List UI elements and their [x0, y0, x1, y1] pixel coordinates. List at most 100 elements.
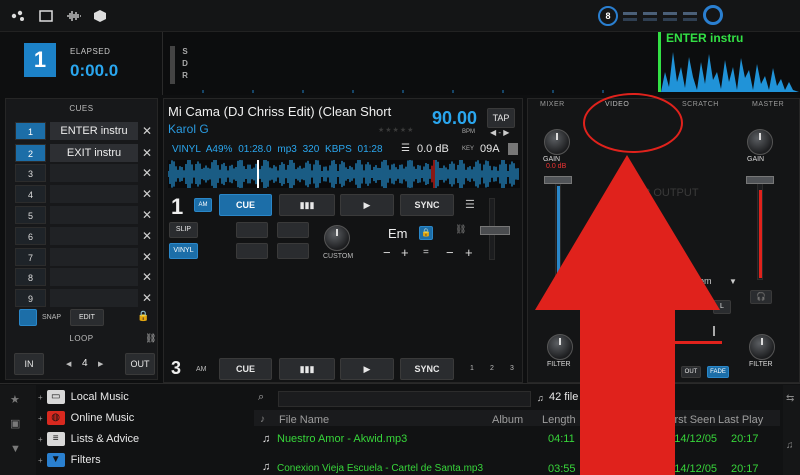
sdr-d[interactable]: D — [180, 58, 190, 70]
tab-mixer[interactable]: MIXER — [540, 101, 565, 108]
cue-name[interactable] — [50, 164, 138, 182]
cue-row[interactable]: 2 EXIT instru ✕ — [10, 144, 152, 162]
box-icon[interactable] — [92, 9, 108, 23]
cue-number[interactable]: 9 — [15, 289, 46, 307]
custom-knob[interactable] — [324, 225, 350, 251]
options-icon[interactable]: ☰ — [465, 198, 475, 211]
sdr-r[interactable]: R — [180, 70, 190, 82]
deck3-am[interactable]: AM — [196, 366, 207, 373]
master-filter-knob[interactable] — [749, 334, 775, 360]
expand-icon[interactable]: + — [38, 414, 43, 423]
delete-cue-icon[interactable]: ✕ — [142, 165, 152, 181]
delete-cue-icon[interactable]: ✕ — [142, 186, 152, 202]
cue-number[interactable]: 8 — [15, 268, 46, 286]
delete-cue-icon[interactable]: ✕ — [142, 207, 152, 223]
cue-name[interactable] — [50, 268, 138, 286]
tab-master[interactable]: MASTER — [752, 101, 784, 108]
deck-indicator[interactable] — [683, 18, 697, 21]
expand-icon[interactable]: + — [38, 456, 43, 465]
am-button[interactable]: AM — [194, 198, 212, 212]
loop-decrease[interactable]: ◀ — [66, 360, 71, 368]
col-file-name[interactable]: File Name — [279, 414, 329, 426]
window-icon[interactable] — [38, 9, 54, 23]
key-value[interactable]: 09A — [480, 143, 500, 155]
delete-cue-icon[interactable]: ✕ — [142, 123, 152, 139]
pad-button[interactable] — [236, 222, 268, 238]
tree-item[interactable]: + ◍ Online Music — [38, 409, 134, 427]
deck-indicator[interactable] — [663, 12, 677, 15]
music-note-icon[interactable]: ♫ — [786, 440, 794, 451]
col-last-play[interactable]: Last Play — [718, 414, 763, 426]
col-album[interactable]: Album — [492, 414, 523, 426]
loop-increase[interactable]: ▶ — [98, 360, 103, 368]
pad-button[interactable] — [277, 222, 309, 238]
cue-row[interactable]: 7 ✕ — [10, 248, 152, 266]
search-icon[interactable]: ⌕ — [258, 391, 264, 404]
bpm-value[interactable]: 90.00 — [432, 108, 477, 129]
headphones-icon[interactable]: 🎧 — [750, 290, 772, 304]
key-lock-icon[interactable]: 🔒 — [419, 226, 433, 240]
delete-cue-icon[interactable]: ✕ — [142, 290, 152, 306]
delete-cue-icon[interactable]: ✕ — [142, 249, 152, 265]
power-icon[interactable] — [703, 5, 723, 25]
cue-row[interactable]: 3 ✕ — [10, 164, 152, 182]
waveform-icon[interactable] — [66, 9, 82, 23]
tab-scratch[interactable]: SCRATCH — [682, 101, 719, 108]
cue-number[interactable]: 1 — [15, 122, 46, 140]
cue-row[interactable]: 5 ✕ — [10, 206, 152, 224]
delete-cue-icon[interactable]: ✕ — [142, 228, 152, 244]
chevron-down-icon[interactable]: ▼ — [729, 277, 737, 286]
cue-name[interactable] — [50, 206, 138, 224]
cue-name[interactable] — [50, 227, 138, 245]
deck3-num-2[interactable]: 2 — [490, 365, 494, 372]
deck-indicator[interactable] — [643, 12, 657, 15]
expand-icon[interactable]: + — [38, 393, 43, 402]
pitch-minus-button[interactable]: − — [446, 245, 454, 260]
key-plus-button[interactable]: + — [401, 245, 409, 260]
slip-button[interactable]: SLIP — [169, 222, 198, 238]
pitch-slider[interactable] — [170, 46, 175, 84]
pitch-plus-button[interactable]: + — [465, 245, 473, 260]
elapsed-time[interactable]: 0:00.0 — [70, 61, 118, 81]
gain-knob-left[interactable] — [544, 129, 570, 155]
deck3-play-button[interactable]: ▶ — [340, 358, 394, 380]
cue-number[interactable]: 4 — [15, 185, 46, 203]
arrows-icon[interactable]: ⇆ — [786, 393, 794, 404]
pitch-arrows[interactable]: ◀ - ▶ — [490, 128, 509, 137]
pitch-fader-handle[interactable] — [480, 226, 510, 235]
cue-name[interactable] — [50, 185, 138, 203]
deck-gain[interactable]: 0.0 dB — [417, 143, 449, 155]
cue-row[interactable]: 8 ✕ — [10, 268, 152, 286]
master-gain-knob[interactable] — [747, 129, 773, 155]
delete-cue-icon[interactable]: ✕ — [142, 269, 152, 285]
deck-indicator[interactable] — [663, 18, 677, 21]
cue-row[interactable]: 9 ✕ — [10, 289, 152, 307]
tree-item[interactable]: + ▼ Filters — [38, 451, 101, 469]
logo-icon[interactable] — [10, 9, 26, 23]
search-input[interactable] — [278, 391, 531, 407]
tree-item[interactable]: + ≡ Lists & Advice — [38, 430, 139, 448]
loop-out-button[interactable]: OUT — [125, 353, 155, 375]
filter-icon[interactable]: ▼ — [10, 443, 26, 457]
expand-icon[interactable]: + — [38, 435, 43, 444]
cue-row[interactable]: 4 ✕ — [10, 185, 152, 203]
cue-row[interactable]: 6 ✕ — [10, 227, 152, 245]
link-icon[interactable]: ⛓ — [145, 333, 156, 344]
cue-number[interactable]: 2 — [15, 144, 46, 162]
cue-name[interactable] — [50, 248, 138, 266]
cue-name[interactable]: EXIT instru — [50, 144, 138, 162]
pad-button[interactable] — [236, 243, 268, 259]
delete-cue-icon[interactable]: ✕ — [142, 145, 152, 161]
deck-indicator[interactable] — [623, 18, 637, 21]
snap-toggle[interactable] — [19, 309, 37, 326]
play-button[interactable]: ▶ — [340, 194, 394, 216]
cue-number[interactable]: 5 — [15, 206, 46, 224]
deck-indicator[interactable] — [623, 12, 637, 15]
loop-size[interactable]: 4 — [82, 358, 88, 369]
pad-button[interactable] — [277, 243, 309, 259]
cue-row[interactable]: 1 ENTER instru ✕ — [10, 122, 152, 140]
deck3-pause-button[interactable]: ▮▮▮ — [279, 358, 335, 380]
rating-stars[interactable]: ★★★★★ — [378, 126, 414, 134]
cue-marker[interactable] — [658, 32, 661, 92]
link-icon[interactable]: ⛓ — [455, 224, 466, 235]
